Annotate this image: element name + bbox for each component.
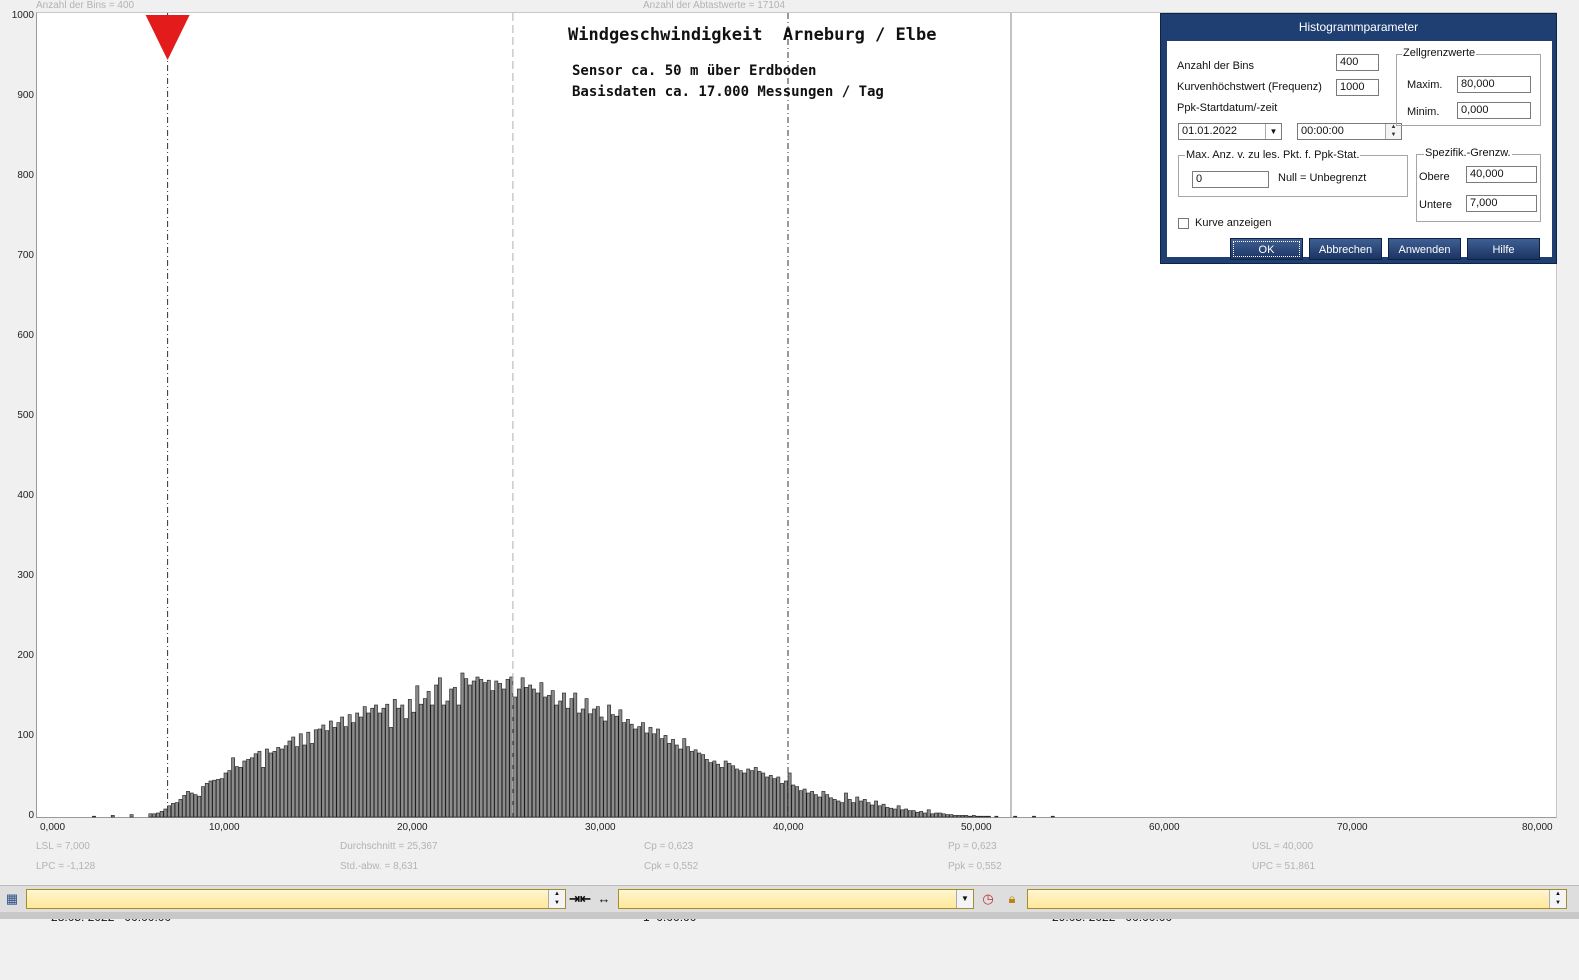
statistics-panel: LSL = 7,000 LPC = -1,128 Durchschnitt = … <box>0 838 1579 878</box>
y-tick-label: 600 <box>17 330 34 341</box>
end-date-field[interactable]: 29.05. 2022 00:00:00 ▲ ▼ <box>1027 889 1567 924</box>
stat-usl: USL = 40,000 <box>1252 841 1314 852</box>
x-tick-label: 30,000 <box>585 822 616 833</box>
y-tick-label: 800 <box>17 170 34 181</box>
y-tick-label: 100 <box>17 730 34 741</box>
y-tick-label: 500 <box>17 410 34 421</box>
curve-checkbox-label: Kurve anzeigen <box>1195 217 1272 229</box>
status-strip <box>0 912 1579 919</box>
histogram-parameters-dialog: Histogrammparameter Anzahl der Bins 400 … <box>1160 13 1557 264</box>
calendar-icon[interactable]: ▦ <box>2 889 22 909</box>
x-tick-label: 60,000 <box>1149 822 1180 833</box>
y-tick-label: 400 <box>17 490 34 501</box>
lower-limit-input[interactable]: 7,000 <box>1466 195 1537 212</box>
stat-ppk: Ppk = 0,552 <box>948 861 1002 872</box>
stat-mean: Durchschnitt = 25,367 <box>340 841 438 852</box>
upper-limit-label: Obere <box>1419 171 1450 183</box>
stat-cpk: Cpk = 0,552 <box>644 861 699 872</box>
null-unlimited-label: Null = Unbegrenzt <box>1278 172 1367 184</box>
start-date-field[interactable]: 28.05. 2022 00:00:00 ▲ ▼ <box>26 889 566 924</box>
app-window: Anzahl der Bins = 400 Anzahl der Abtastw… <box>0 0 1579 924</box>
upper-limit-input[interactable]: 40,000 <box>1466 166 1537 183</box>
chart-title: Windgeschwindigkeit Arneburg / Elbe <box>568 25 937 45</box>
bins-input[interactable]: 400 <box>1336 54 1379 71</box>
interval-select[interactable]: 1 0:00:00 ▼ <box>618 889 974 924</box>
stat-cp: Cp = 0,623 <box>644 841 694 852</box>
clock-icon[interactable]: ◷ <box>978 889 998 909</box>
zoom-out-arrows-icon[interactable]: ↔ <box>593 889 615 909</box>
max-label: Maxim. <box>1407 79 1443 91</box>
help-button[interactable]: Hilfe <box>1467 238 1540 260</box>
ppk-start-date-value: 01.01.2022 <box>1182 125 1238 137</box>
lower-limit-label: Untere <box>1419 199 1453 211</box>
stat-lpc: LPC = -1,128 <box>36 861 96 872</box>
end-spin-down-icon[interactable]: ▼ <box>1549 899 1566 908</box>
y-tick-label: 1000 <box>11 10 34 21</box>
max-points-input[interactable]: 0 <box>1192 171 1269 188</box>
dialog-body: Anzahl der Bins 400 Kurvenhöchstwert (Fr… <box>1167 41 1552 260</box>
start-spin-up-icon[interactable]: ▲ <box>548 890 565 899</box>
dialog-title[interactable]: Histogrammparameter <box>1161 14 1556 40</box>
start-spin-down-icon[interactable]: ▼ <box>548 899 565 908</box>
ppk-start-time-value: 00:00:00 <box>1301 125 1344 137</box>
ppk-start-date-select[interactable]: 01.01.2022 ▼ <box>1178 123 1282 140</box>
x-tick-label: 80,000 <box>1522 822 1553 833</box>
chart-subtitle-sensor: Sensor ca. 50 m über Erdboden <box>572 63 817 79</box>
cell-limits-label: Zellgrenzwerte <box>1402 47 1477 59</box>
y-tick-label: 0 <box>28 810 34 821</box>
stat-pp: Pp = 0,623 <box>948 841 997 852</box>
y-tick-label: 300 <box>17 570 34 581</box>
x-tick-label: 40,000 <box>773 822 804 833</box>
top-stats: Anzahl der Bins = 400 Anzahl der Abtastw… <box>0 0 1579 12</box>
y-tick-label: 200 <box>17 650 34 661</box>
spin-down-icon[interactable]: ▼ <box>1385 131 1401 139</box>
min-input[interactable]: 0,000 <box>1457 102 1531 119</box>
zoom-in-arrows-icon[interactable]: ⇥⇤ <box>569 889 591 909</box>
chevron-down-icon[interactable]: ▼ <box>956 890 973 908</box>
ppk-start-time-input[interactable]: 00:00:00 ▲ ▼ <box>1297 123 1402 140</box>
ok-button[interactable]: OK <box>1230 238 1303 260</box>
sample-count-stat: Anzahl der Abtastwerte = 17104 <box>643 0 786 11</box>
stat-lsl: LSL = 7,000 <box>36 841 90 852</box>
x-tick-label: 70,000 <box>1337 822 1368 833</box>
bins-label: Anzahl der Bins <box>1177 60 1255 72</box>
time-range-toolbar: ▦ 28.05. 2022 00:00:00 ▲ ▼ ⇥⇤ ↔ 1 0:00:0… <box>0 885 1579 924</box>
end-spin-up-icon[interactable]: ▲ <box>1549 890 1566 899</box>
max-input[interactable]: 80,000 <box>1457 76 1531 93</box>
max-points-label: Max. Anz. v. zu les. Pkt. f. Ppk-Stat. <box>1185 149 1361 161</box>
x-tick-label: 0,000 <box>40 822 66 833</box>
ppk-start-label: Ppk-Startdatum/-zeit <box>1177 102 1278 114</box>
y-tick-label: 900 <box>17 90 34 101</box>
cancel-button[interactable]: Abbrechen <box>1309 238 1382 260</box>
x-tick-label: 20,000 <box>397 822 428 833</box>
chart-subtitle-basis: Basisdaten ca. 17.000 Messungen / Tag <box>572 84 884 100</box>
curve-checkbox[interactable] <box>1178 218 1189 229</box>
y-tick-label: 700 <box>17 250 34 261</box>
x-tick-label: 10,000 <box>209 822 240 833</box>
chevron-down-icon[interactable]: ▼ <box>1265 124 1281 139</box>
curve-max-input[interactable]: 1000 <box>1336 79 1379 96</box>
stat-std: Std.-abw. = 8,631 <box>340 861 419 872</box>
min-label: Minim. <box>1407 106 1440 118</box>
stat-upc: UPC = 51,861 <box>1252 861 1316 872</box>
bin-count-stat: Anzahl der Bins = 400 <box>36 0 135 11</box>
x-tick-label: 50,000 <box>961 822 992 833</box>
curve-max-label: Kurvenhöchstwert (Frequenz) <box>1177 81 1322 93</box>
lock-icon[interactable]: 🔒︎ <box>1002 889 1022 909</box>
apply-button[interactable]: Anwenden <box>1388 238 1461 260</box>
spec-limits-label: Spezifik.-Grenzw. <box>1424 147 1512 159</box>
